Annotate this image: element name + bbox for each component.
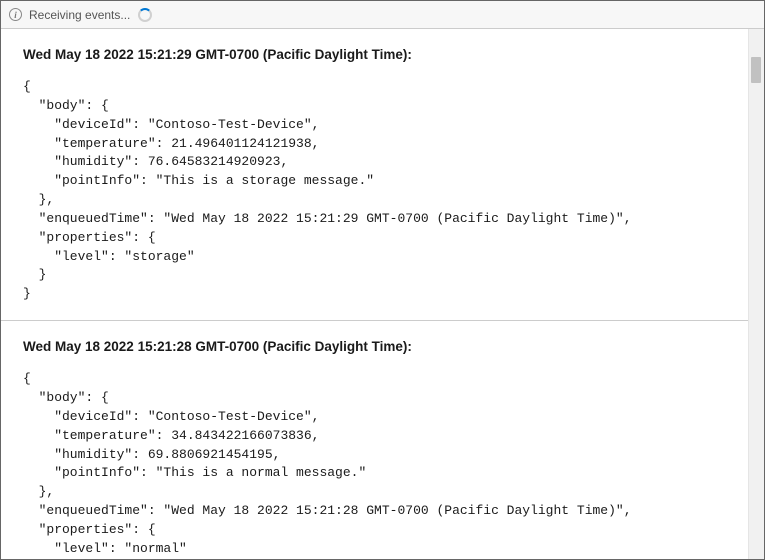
scrollbar-track[interactable] <box>748 29 764 559</box>
scrollbar-thumb[interactable] <box>751 57 761 83</box>
event-json-body: { "body": { "deviceId": "Contoso-Test-De… <box>23 78 726 304</box>
event-json-body: { "body": { "deviceId": "Contoso-Test-De… <box>23 370 726 559</box>
content-wrapper: Wed May 18 2022 15:21:29 GMT-0700 (Pacif… <box>1 29 764 559</box>
event-timestamp-header: Wed May 18 2022 15:21:29 GMT-0700 (Pacif… <box>23 47 726 62</box>
event-block: Wed May 18 2022 15:21:28 GMT-0700 (Pacif… <box>1 320 748 559</box>
event-block: Wed May 18 2022 15:21:29 GMT-0700 (Pacif… <box>1 29 748 320</box>
spinner-icon <box>138 8 152 22</box>
events-container: Wed May 18 2022 15:21:29 GMT-0700 (Pacif… <box>1 29 748 559</box>
event-timestamp-header: Wed May 18 2022 15:21:28 GMT-0700 (Pacif… <box>23 339 726 354</box>
info-icon: i <box>9 8 22 21</box>
status-message: Receiving events... <box>29 8 130 22</box>
status-bar: i Receiving events... <box>1 1 764 29</box>
